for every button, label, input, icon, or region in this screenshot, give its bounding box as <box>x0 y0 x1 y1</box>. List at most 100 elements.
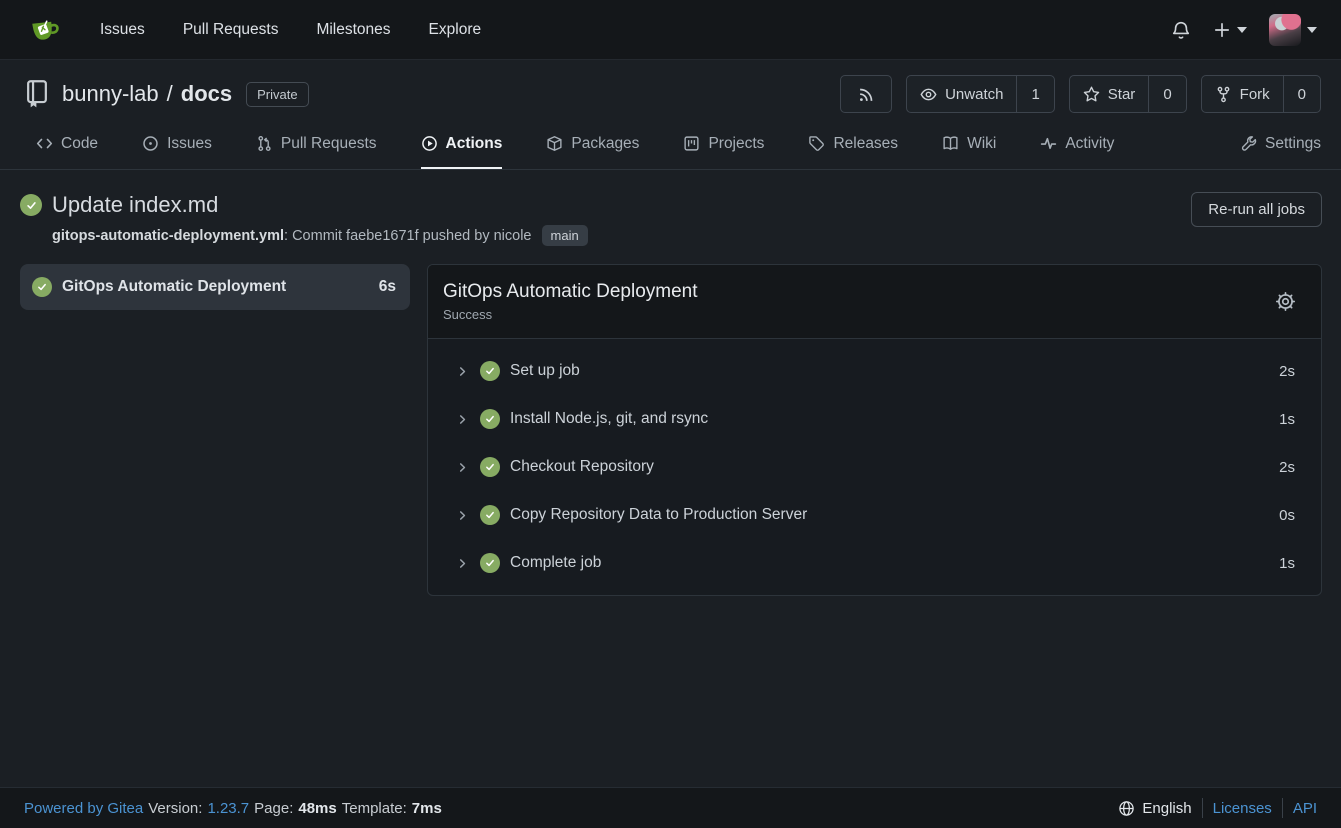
globe-icon <box>1118 800 1135 817</box>
project-icon <box>683 135 700 152</box>
tools-icon <box>1240 135 1257 152</box>
step-duration: 1s <box>1279 555 1295 572</box>
step-name: Copy Repository Data to Production Serve… <box>510 506 1279 524</box>
user-avatar[interactable] <box>1269 14 1301 46</box>
book-icon <box>942 135 959 152</box>
step-row-checkout[interactable]: Checkout Repository 2s <box>428 443 1321 491</box>
rss-icon[interactable] <box>841 76 891 112</box>
step-name: Checkout Repository <box>510 458 1279 476</box>
job-list: GitOps Automatic Deployment 6s <box>20 264 410 310</box>
unwatch-button[interactable]: Unwatch <box>907 76 1016 112</box>
chevron-right-icon[interactable] <box>456 557 469 570</box>
fork-button[interactable]: Fork <box>1202 76 1283 112</box>
user-menu[interactable] <box>1265 10 1321 50</box>
package-icon <box>546 135 563 152</box>
star-icon <box>1083 86 1100 103</box>
template-time-value: 7ms <box>412 800 442 817</box>
version-link[interactable]: 1.23.7 <box>207 800 249 817</box>
repo-name-link[interactable]: docs <box>181 81 232 107</box>
tab-issues[interactable]: Issues <box>142 122 212 169</box>
powered-by-gitea-link[interactable]: Powered by Gitea <box>24 800 143 817</box>
step-name: Complete job <box>510 554 1279 572</box>
stars-count[interactable]: 0 <box>1148 76 1185 112</box>
rerun-all-jobs-button[interactable]: Re-run all jobs <box>1191 192 1322 227</box>
page-time-value: 48ms <box>298 800 336 817</box>
licenses-link[interactable]: Licenses <box>1213 800 1272 817</box>
job-name: GitOps Automatic Deployment <box>62 278 369 296</box>
chevron-right-icon[interactable] <box>456 461 469 474</box>
gitea-logo-icon[interactable] <box>28 14 60 46</box>
step-success-check-icon <box>480 409 500 429</box>
tab-releases[interactable]: Releases <box>808 122 898 169</box>
panel-job-status: Success <box>443 307 1275 322</box>
watch-button-group: Unwatch 1 <box>906 75 1055 113</box>
rss-feed-button[interactable] <box>840 75 892 113</box>
job-success-check-icon <box>32 277 52 297</box>
api-link[interactable]: API <box>1293 800 1317 817</box>
create-new-plus-icon[interactable] <box>1209 17 1251 43</box>
step-name: Install Node.js, git, and rsync <box>510 410 1279 428</box>
step-duration: 1s <box>1279 411 1295 428</box>
step-duration: 2s <box>1279 459 1295 476</box>
forks-count[interactable]: 0 <box>1283 76 1320 112</box>
visibility-badge: Private <box>246 82 308 107</box>
page-footer: Powered by Gitea Version: 1.23.7 Page: 4… <box>0 787 1341 828</box>
repo-breadcrumb: bunny-lab / docs <box>62 81 232 107</box>
step-success-check-icon <box>480 361 500 381</box>
footer-divider <box>1282 798 1283 818</box>
language-label: English <box>1142 800 1191 817</box>
watchers-count[interactable]: 1 <box>1016 76 1053 112</box>
tab-wiki[interactable]: Wiki <box>942 122 996 169</box>
tab-packages[interactable]: Packages <box>546 122 639 169</box>
eye-icon <box>920 86 937 103</box>
branch-badge[interactable]: main <box>542 225 588 246</box>
nav-explore[interactable]: Explore <box>429 21 482 39</box>
step-list: Set up job 2s Install Node.js, git, and … <box>428 339 1321 595</box>
repo-tab-bar: Code Issues Pull Requests Actions P <box>0 122 1341 170</box>
issue-opened-icon <box>142 135 159 152</box>
tab-settings[interactable]: Settings <box>1240 122 1321 169</box>
chevron-right-icon[interactable] <box>456 413 469 426</box>
run-title: Update index.md <box>52 192 218 218</box>
star-button-group: Star 0 <box>1069 75 1187 113</box>
step-duration: 2s <box>1279 363 1295 380</box>
nav-issues[interactable]: Issues <box>100 21 145 39</box>
language-selector[interactable]: English <box>1118 800 1191 817</box>
play-circle-icon <box>421 135 438 152</box>
step-row-install[interactable]: Install Node.js, git, and rsync 1s <box>428 395 1321 443</box>
tab-projects[interactable]: Projects <box>683 122 764 169</box>
chevron-right-icon[interactable] <box>456 365 469 378</box>
actions-run-view: Update index.md gitops-automatic-deploym… <box>0 170 1341 787</box>
notifications-bell-icon[interactable] <box>1167 16 1195 44</box>
nav-milestones[interactable]: Milestones <box>316 21 390 39</box>
git-pull-request-icon <box>256 135 273 152</box>
tag-icon <box>808 135 825 152</box>
job-list-item[interactable]: GitOps Automatic Deployment 6s <box>20 264 410 310</box>
chevron-right-icon[interactable] <box>456 509 469 522</box>
repo-journal-icon <box>24 79 50 109</box>
repo-owner-link[interactable]: bunny-lab <box>62 81 159 107</box>
nav-pull-requests[interactable]: Pull Requests <box>183 21 279 39</box>
step-row-complete[interactable]: Complete job 1s <box>428 539 1321 587</box>
repo-path-separator: / <box>167 81 173 107</box>
panel-job-title: GitOps Automatic Deployment <box>443 281 1275 303</box>
step-duration: 0s <box>1279 507 1295 524</box>
step-row-copy[interactable]: Copy Repository Data to Production Serve… <box>428 491 1321 539</box>
tab-activity[interactable]: Activity <box>1040 122 1114 169</box>
step-row-setup[interactable]: Set up job 2s <box>428 347 1321 395</box>
commit-info-text: : Commit faebe1671f pushed by nicole <box>284 228 531 244</box>
step-success-check-icon <box>480 553 500 573</box>
code-icon <box>36 135 53 152</box>
repo-header: bunny-lab / docs Private <box>0 60 1341 170</box>
top-navbar: Issues Pull Requests Milestones Explore <box>0 0 1341 60</box>
step-name: Set up job <box>510 362 1279 380</box>
workflow-file-link[interactable]: gitops-automatic-deployment.yml <box>52 228 284 244</box>
star-button[interactable]: Star <box>1070 76 1149 112</box>
tab-pull-requests[interactable]: Pull Requests <box>256 122 377 169</box>
template-time-label: Template: <box>342 800 407 817</box>
job-settings-gear-icon[interactable] <box>1275 291 1296 312</box>
tab-actions[interactable]: Actions <box>421 122 503 169</box>
footer-divider <box>1202 798 1203 818</box>
fork-button-group: Fork 0 <box>1201 75 1321 113</box>
tab-code[interactable]: Code <box>36 122 98 169</box>
